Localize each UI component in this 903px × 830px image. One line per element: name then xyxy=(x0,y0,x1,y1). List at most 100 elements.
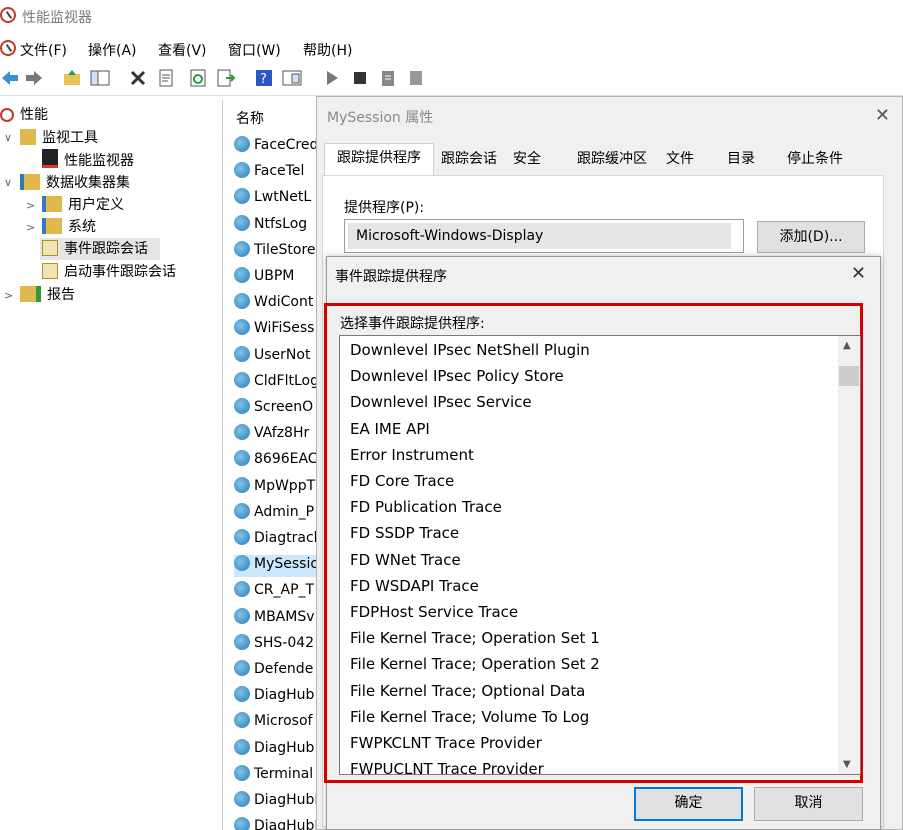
delete-icon[interactable] xyxy=(128,68,148,88)
list-item[interactable]: DiagHub xyxy=(234,738,314,761)
provider-list-scrollbar[interactable]: ▲ ▼ xyxy=(838,336,860,774)
save-template-icon[interactable] xyxy=(406,68,426,88)
list-item[interactable]: CldFltLog xyxy=(234,371,316,394)
tree-item-event-trace-sessions[interactable]: 事件跟踪会话 xyxy=(40,238,160,260)
tab-trace-session[interactable]: 跟踪会话 xyxy=(435,145,503,173)
list-item[interactable]: FaceCred xyxy=(234,136,316,158)
provider-list-item[interactable]: Downlevel IPsec Policy Store xyxy=(350,363,564,389)
chevron-down-icon[interactable]: ∨ xyxy=(4,176,12,189)
session-list: 名称 FaceCred FaceTel LwtNetL NtfsLog TileStor… xyxy=(226,100,316,830)
list-item[interactable]: Defende xyxy=(234,660,313,682)
provider-list[interactable]: Downlevel IPsec NetShell Plugin Downlevel… xyxy=(339,335,861,775)
close-icon[interactable]: ✕ xyxy=(875,105,890,126)
tree-item-user-defined[interactable]: 用户定义 xyxy=(42,194,124,216)
chevron-right-icon[interactable]: > xyxy=(26,199,35,212)
provider-list-item[interactable]: File Kernel Trace; Optional Data xyxy=(350,678,585,704)
latest-report-icon[interactable] xyxy=(378,68,398,88)
provider-list-item[interactable]: File Kernel Trace; Volume To Log xyxy=(350,704,589,730)
forward-arrow-icon[interactable] xyxy=(24,68,44,88)
up-folder-icon[interactable] xyxy=(62,68,82,88)
provider-list-item[interactable]: FDPHost Service Trace xyxy=(350,599,518,625)
menu-file[interactable]: 文件(F) xyxy=(20,40,67,60)
list-item[interactable]: DiagHub xyxy=(234,686,314,708)
provider-list-item[interactable]: FD Publication Trace xyxy=(350,494,502,520)
tab-trace-providers[interactable]: 跟踪提供程序 xyxy=(324,143,434,175)
tree-item-performance[interactable]: 性能 xyxy=(0,104,48,126)
ok-button[interactable]: 确定 xyxy=(634,787,743,821)
tab-security[interactable]: 安全 xyxy=(507,145,547,173)
list-item[interactable]: DiagHubE xyxy=(234,817,316,830)
provider-list-item[interactable]: FD SSDP Trace xyxy=(350,520,459,546)
menu-view[interactable]: 查看(V) xyxy=(158,40,207,60)
chevron-right-icon[interactable]: > xyxy=(4,289,13,302)
provider-list-item[interactable]: File Kernel Trace; Operation Set 1 xyxy=(350,625,600,651)
chevron-right-icon[interactable]: > xyxy=(26,221,35,234)
list-item[interactable]: FaceTel xyxy=(234,162,304,184)
list-item[interactable]: Diagtrack xyxy=(234,529,316,551)
list-item[interactable]: DiagHubE xyxy=(234,791,316,813)
list-item[interactable]: MBAMSv xyxy=(234,607,315,630)
stop-icon[interactable] xyxy=(350,68,370,88)
tab-file[interactable]: 文件 xyxy=(661,145,699,173)
show-hide-tree-icon[interactable] xyxy=(90,68,110,88)
list-item[interactable]: UBPM xyxy=(234,267,294,289)
menu-window[interactable]: 窗口(W) xyxy=(228,40,281,60)
chevron-down-icon[interactable]: ∨ xyxy=(4,131,12,144)
provider-list-item[interactable]: Downlevel IPsec NetShell Plugin xyxy=(350,337,590,363)
provider-list-item[interactable]: FWPKCLNT Trace Provider xyxy=(350,730,542,756)
list-item[interactable]: LwtNetL xyxy=(234,188,311,210)
list-item[interactable]: TileStore xyxy=(234,240,316,263)
provider-list-item[interactable]: File Kernel Trace; Operation Set 2 xyxy=(350,651,600,677)
close-icon[interactable]: ✕ xyxy=(851,263,866,284)
tree-item-system[interactable]: 系统 xyxy=(42,216,96,238)
provider-list-item[interactable]: FD WSDAPI Trace xyxy=(350,573,479,599)
list-item[interactable]: ScreenO xyxy=(234,398,313,420)
provider-list-item[interactable]: FD WNet Trace xyxy=(350,547,461,573)
tab-stop-condition[interactable]: 停止条件 xyxy=(781,145,849,173)
provider-list-item[interactable]: FWPUCLNT Trace Provider xyxy=(350,756,544,774)
list-item[interactable]: Microsof xyxy=(234,712,312,734)
list-item[interactable]: VAfz8Hr xyxy=(234,424,309,446)
help-icon[interactable]: ? xyxy=(254,68,274,88)
tree-item-performance-monitor[interactable]: 性能监视器 xyxy=(42,149,134,171)
provider-list-item[interactable]: Downlevel IPsec Service xyxy=(350,389,532,415)
menu-action[interactable]: 操作(A) xyxy=(88,40,137,60)
provider-list-item[interactable]: Error Instrument xyxy=(350,442,474,468)
properties-icon[interactable] xyxy=(156,68,176,88)
system-menu-icon[interactable] xyxy=(0,40,16,56)
tree-item-monitoring-tools[interactable]: 监视工具 xyxy=(20,127,98,149)
list-item[interactable]: MpWppT xyxy=(234,476,315,499)
list-item[interactable]: Terminal xyxy=(234,764,313,787)
refresh-icon[interactable] xyxy=(188,68,208,88)
tree-item-reports[interactable]: 报告 xyxy=(20,284,75,306)
list-item[interactable]: CR_AP_T xyxy=(234,581,314,603)
back-arrow-icon[interactable] xyxy=(0,68,20,88)
tab-directory[interactable]: 目录 xyxy=(722,145,760,173)
list-item[interactable]: SHS-042 xyxy=(234,633,314,656)
list-item[interactable]: MySessio xyxy=(234,555,316,578)
scroll-up-icon[interactable]: ▲ xyxy=(843,340,851,351)
provider-list-item[interactable]: FD Core Trace xyxy=(350,468,454,494)
menu-help[interactable]: 帮助(H) xyxy=(303,40,352,60)
add-provider-button[interactable]: 添加(D)... xyxy=(757,221,865,253)
list-item[interactable]: UserNot xyxy=(234,345,310,368)
column-header-name[interactable]: 名称 xyxy=(236,108,264,128)
tree-item-data-collector-sets[interactable]: 数据收集器集 xyxy=(20,172,130,194)
list-item[interactable]: NtfsLog xyxy=(234,214,307,237)
provider-item-selected[interactable]: Microsoft-Windows-Display xyxy=(348,223,731,249)
view-pane-icon[interactable] xyxy=(282,68,302,88)
list-item[interactable]: 8696EAC xyxy=(234,450,316,472)
scroll-down-icon[interactable]: ▼ xyxy=(843,759,851,770)
tab-trace-buffers[interactable]: 跟踪缓冲区 xyxy=(569,145,655,173)
list-item[interactable]: WiFiSess xyxy=(234,319,314,341)
cancel-button[interactable]: 取消 xyxy=(754,787,863,821)
start-icon[interactable] xyxy=(322,68,342,88)
scrollbar-thumb[interactable] xyxy=(839,366,859,386)
provider-list-item[interactable]: EA IME API xyxy=(350,416,430,442)
tree-item-startup-event-trace-sessions[interactable]: 启动事件跟踪会话 xyxy=(42,261,176,283)
report-icon xyxy=(20,286,41,302)
list-item[interactable]: WdiCont xyxy=(234,293,313,315)
export-list-icon[interactable] xyxy=(216,68,236,88)
provider-listbox[interactable]: Microsoft-Windows-Display xyxy=(344,219,744,253)
list-item[interactable]: Admin_P xyxy=(234,502,314,525)
